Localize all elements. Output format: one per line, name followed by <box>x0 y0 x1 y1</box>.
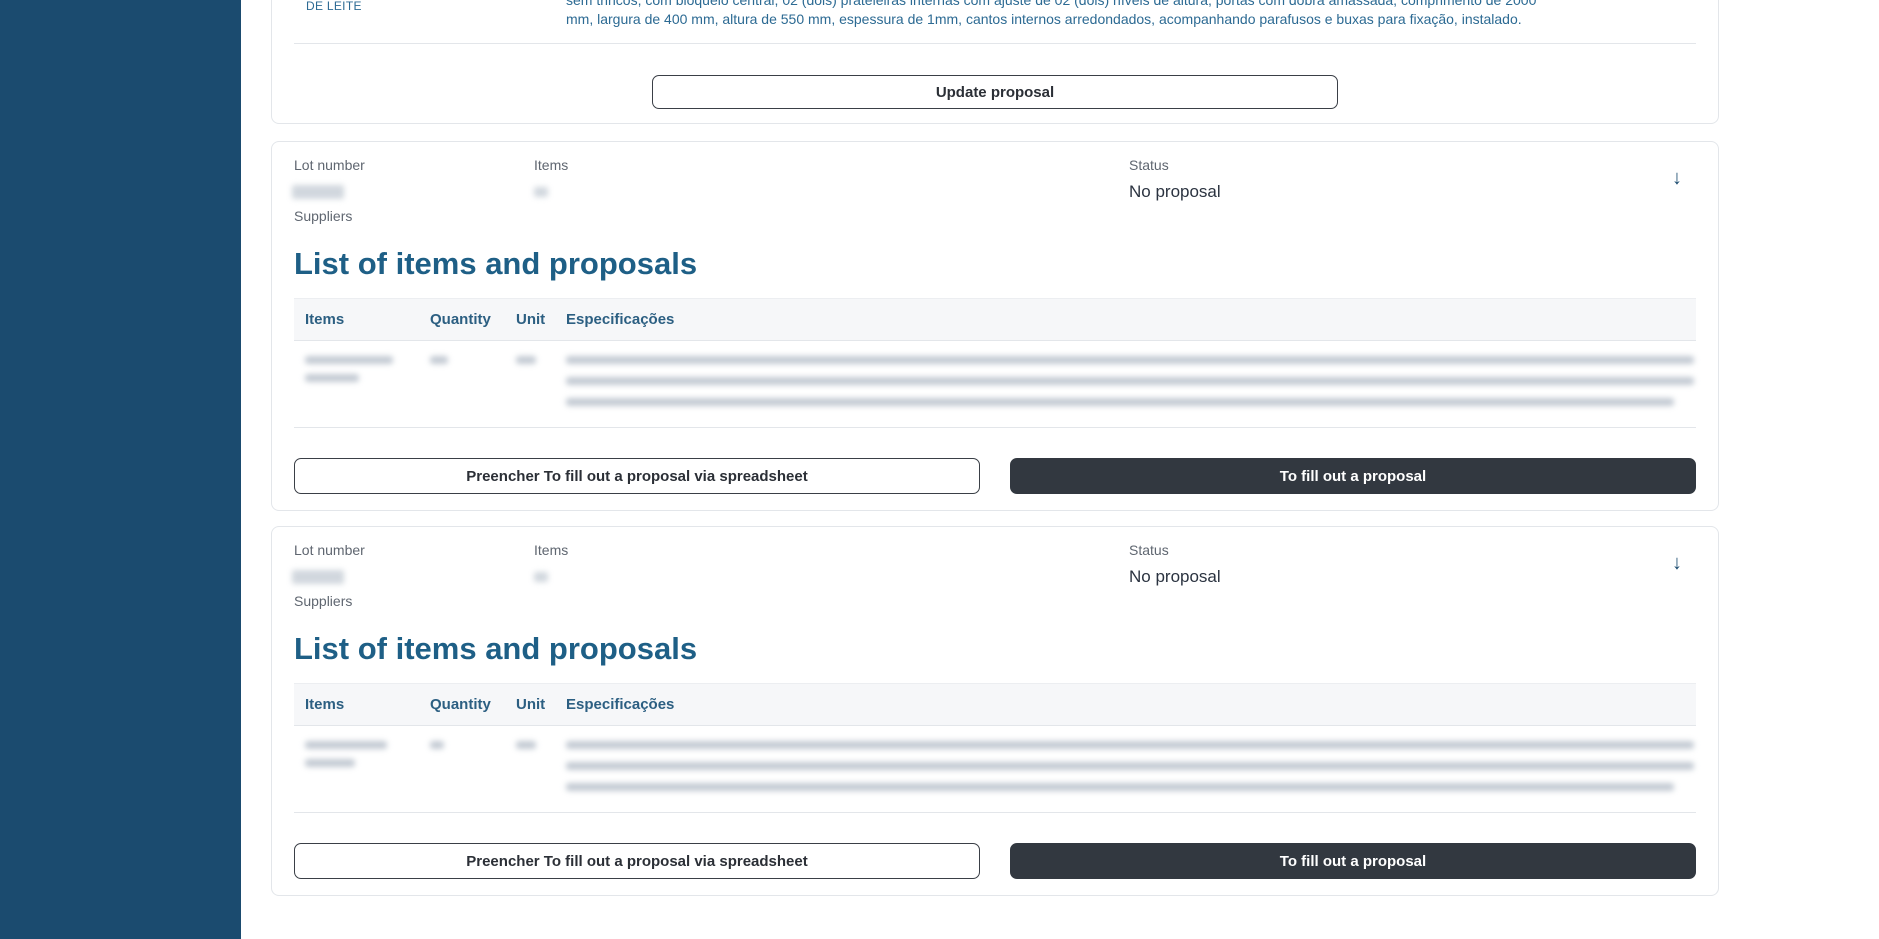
column-header-unit: Unit <box>516 696 546 713</box>
table-header: Items Quantity Unit Especificações <box>294 683 1696 726</box>
column-header-items: Items <box>305 311 345 328</box>
column-header-specifications: Especificações <box>566 311 675 328</box>
sidebar <box>0 0 241 939</box>
column-header-specifications: Especificações <box>566 696 675 713</box>
table-row: DE LEITE sem trincos, com bloqueio centr… <box>294 0 1696 44</box>
items-value-redacted <box>534 187 548 197</box>
fill-via-spreadsheet-button[interactable]: Preencher To fill out a proposal via spr… <box>294 458 980 494</box>
column-header-items: Items <box>305 696 345 713</box>
fill-proposal-button[interactable]: To fill out a proposal <box>1010 843 1696 879</box>
item-specification: sem trincos, com bloqueio central, 02 (d… <box>566 0 1706 29</box>
suppliers-label: Suppliers <box>294 208 353 224</box>
specification-redacted <box>566 356 1694 364</box>
lot-card: Lot number Suppliers Items Status No pro… <box>271 526 1719 896</box>
item-name-redacted <box>305 759 355 767</box>
main-content: DE LEITE sem trincos, com bloqueio centr… <box>241 0 1879 939</box>
spec-line: mm, largura de 400 mm, altura de 550 mm,… <box>566 11 1522 27</box>
items-value-redacted <box>534 572 548 582</box>
quantity-redacted <box>430 741 444 749</box>
status-label: Status <box>1129 157 1169 173</box>
fill-proposal-button[interactable]: To fill out a proposal <box>1010 458 1696 494</box>
list-title: List of items and proposals <box>294 631 698 666</box>
arrow-down-icon[interactable]: ↓ <box>1668 553 1686 573</box>
table-row <box>294 726 1696 813</box>
lot-number-value-redacted <box>292 570 344 584</box>
previous-lot-card: DE LEITE sem trincos, com bloqueio centr… <box>271 0 1719 124</box>
table-header: Items Quantity Unit Especificações <box>294 298 1696 341</box>
item-name: DE LEITE <box>306 0 362 13</box>
arrow-down-icon[interactable]: ↓ <box>1668 168 1686 188</box>
suppliers-label: Suppliers <box>294 593 353 609</box>
table-row <box>294 341 1696 428</box>
status-value: No proposal <box>1129 182 1221 201</box>
lot-number-value-redacted <box>292 185 344 199</box>
column-header-unit: Unit <box>516 311 546 328</box>
status-label: Status <box>1129 542 1169 558</box>
item-name-redacted <box>305 741 387 749</box>
update-proposal-button[interactable]: Update proposal <box>652 75 1338 109</box>
fill-via-spreadsheet-button[interactable]: Preencher To fill out a proposal via spr… <box>294 843 980 879</box>
item-name-redacted <box>305 356 393 364</box>
specification-redacted <box>566 762 1694 770</box>
specification-redacted <box>566 783 1674 791</box>
lot-card: Lot number Suppliers Items Status No pro… <box>271 141 1719 511</box>
lot-number-label: Lot number <box>294 542 365 558</box>
specification-redacted <box>566 398 1674 406</box>
unit-redacted <box>516 741 536 749</box>
unit-redacted <box>516 356 536 364</box>
quantity-redacted <box>430 356 448 364</box>
items-label: Items <box>534 157 569 173</box>
lot-number-label: Lot number <box>294 157 365 173</box>
spec-line: sem trincos, com bloqueio central, 02 (d… <box>566 0 1537 8</box>
column-header-quantity: Quantity <box>430 696 491 713</box>
specification-redacted <box>566 377 1694 385</box>
column-header-quantity: Quantity <box>430 311 491 328</box>
items-label: Items <box>534 542 569 558</box>
list-title: List of items and proposals <box>294 246 698 281</box>
item-name-redacted <box>305 374 359 382</box>
specification-redacted <box>566 741 1694 749</box>
status-value: No proposal <box>1129 567 1221 586</box>
